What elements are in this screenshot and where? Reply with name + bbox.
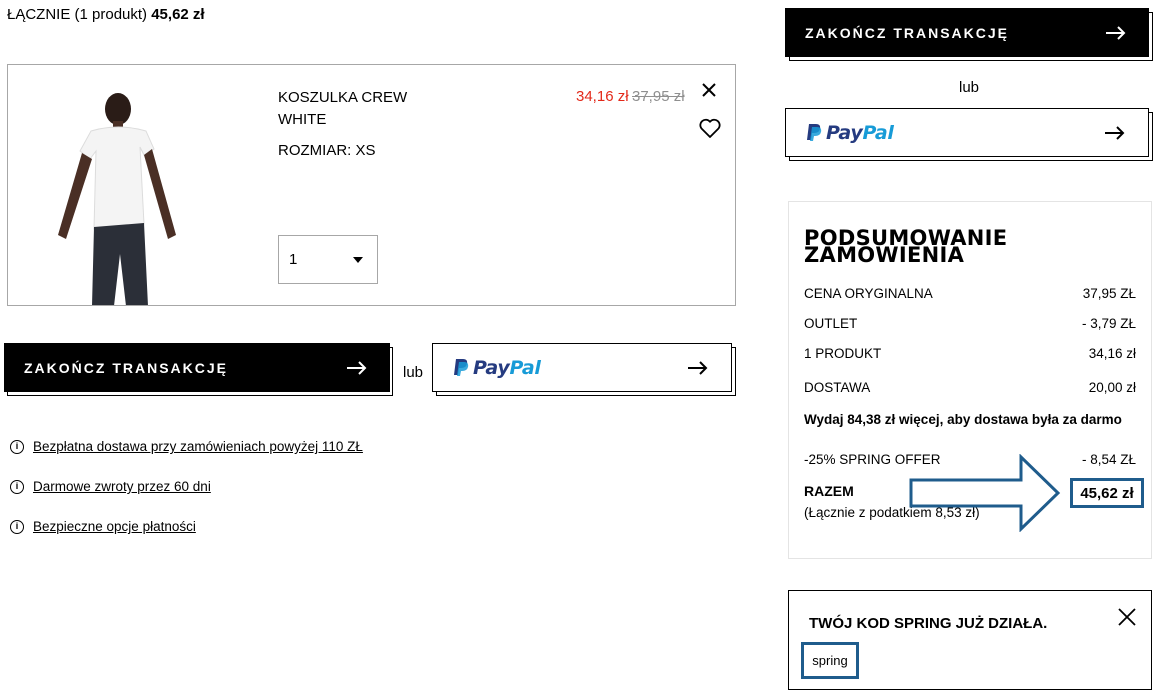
paypal-button[interactable]: PayPal: [432, 343, 732, 392]
promo-code-box: TWÓJ KOD SPRING JUŻ DZIAŁA. spring: [788, 590, 1152, 690]
summary-row-products: 1 PRODUKT 34,16 zł: [804, 346, 1136, 361]
info-free-delivery: i Bezpłatna dostawa przy zamówieniach po…: [10, 439, 363, 454]
product-size: ROZMIAR: XS: [278, 142, 376, 159]
info-icon: i: [10, 479, 24, 494]
close-icon[interactable]: [698, 79, 720, 101]
summary-row-label: 1 PRODUKT: [804, 346, 882, 361]
arrow-right-icon: [347, 360, 367, 375]
summary-row-value: 37,95 ZŁ: [1082, 286, 1136, 301]
paypal-pal-text: Pal: [509, 356, 541, 379]
paypal-pay-text: Pay: [826, 121, 863, 144]
arrow-right-icon: [1105, 125, 1125, 140]
price-sale: 34,16 zł: [576, 88, 629, 105]
info-icon: i: [10, 519, 24, 534]
total-value: 45,62 zł: [1070, 478, 1144, 508]
arrow-right-icon: [688, 360, 708, 375]
heart-icon[interactable]: [698, 117, 722, 139]
paypal-logo: PayPal: [806, 122, 894, 144]
annotation-arrow-icon: [909, 454, 1061, 532]
shipping-note: Wydaj 84,38 zł więcej, aby dostawa była …: [804, 412, 1122, 427]
cart-total: ŁĄCZNIE (1 produkt) 45,62 zł: [7, 6, 205, 23]
cart-total-label: ŁĄCZNIE (1 produkt): [7, 6, 148, 23]
info-free-returns: i Darmowe zwroty przez 60 dni: [10, 479, 211, 494]
cart-item: KOSZULKA CREW WHITE ROZMIAR: XS 34,16 zł…: [7, 64, 736, 306]
summary-row-label: CENA ORYGINALNA: [804, 286, 933, 301]
summary-row-value: - 3,79 ZŁ: [1081, 316, 1136, 331]
summary-row-original-price: CENA ORYGINALNA 37,95 ZŁ: [804, 286, 1136, 301]
summary-row-label: OUTLET: [804, 316, 858, 331]
or-label: lub: [959, 79, 980, 96]
cart-total-value: 45,62 zł: [151, 6, 205, 23]
info-link[interactable]: Bezpłatna dostawa przy zamówieniach powy…: [33, 439, 363, 454]
paypal-pay-text: Pay: [473, 356, 510, 379]
summary-row-label: DOSTAWA: [804, 380, 871, 395]
promo-title: TWÓJ KOD SPRING JUŻ DZIAŁA.: [809, 615, 1048, 632]
total-label: RAZEM: [804, 483, 854, 499]
or-label: lub: [403, 364, 424, 381]
chevron-down-icon: [353, 257, 363, 263]
checkout-button-label: ZAKOŃCZ TRANSAKCJĘ: [805, 24, 1009, 41]
summary-row-value: 20,00 zł: [1088, 380, 1136, 395]
paypal-icon: [807, 124, 822, 141]
info-link[interactable]: Darmowe zwroty przez 60 dni: [33, 479, 211, 494]
quantity-select[interactable]: 1: [278, 235, 378, 284]
summary-row-value: - 8,54 ZŁ: [1081, 452, 1136, 467]
paypal-pal-text: Pal: [862, 121, 894, 144]
info-link[interactable]: Bezpieczne opcje płatności: [33, 519, 196, 534]
tshirt-model-image[interactable]: [36, 89, 186, 306]
quantity-value: 1: [289, 251, 298, 268]
checkout-button[interactable]: ZAKOŃCZ TRANSAKCJĘ: [4, 343, 390, 392]
product-name[interactable]: KOSZULKA CREW WHITE: [278, 87, 428, 131]
paypal-icon: [454, 359, 469, 376]
info-icon: i: [10, 439, 24, 454]
paypal-logo: PayPal: [453, 357, 541, 379]
checkout-button-label: ZAKOŃCZ TRANSAKCJĘ: [24, 359, 228, 376]
paypal-button-top[interactable]: PayPal: [785, 108, 1149, 157]
price-original: 37,95 zł: [632, 88, 685, 105]
summary-row-value: 34,16 zł: [1088, 346, 1136, 361]
promo-code-tag: spring: [801, 642, 859, 679]
close-icon[interactable]: [1116, 606, 1138, 628]
summary-row-delivery: DOSTAWA 20,00 zł: [804, 380, 1136, 395]
summary-row-outlet: OUTLET - 3,79 ZŁ: [804, 316, 1136, 331]
checkout-button-top[interactable]: ZAKOŃCZ TRANSAKCJĘ: [785, 8, 1149, 57]
summary-title: PODSUMOWANIE ZAMÓWIENIA: [804, 226, 1008, 267]
info-secure-payment: i Bezpieczne opcje płatności: [10, 519, 196, 534]
arrow-right-icon: [1106, 25, 1126, 40]
